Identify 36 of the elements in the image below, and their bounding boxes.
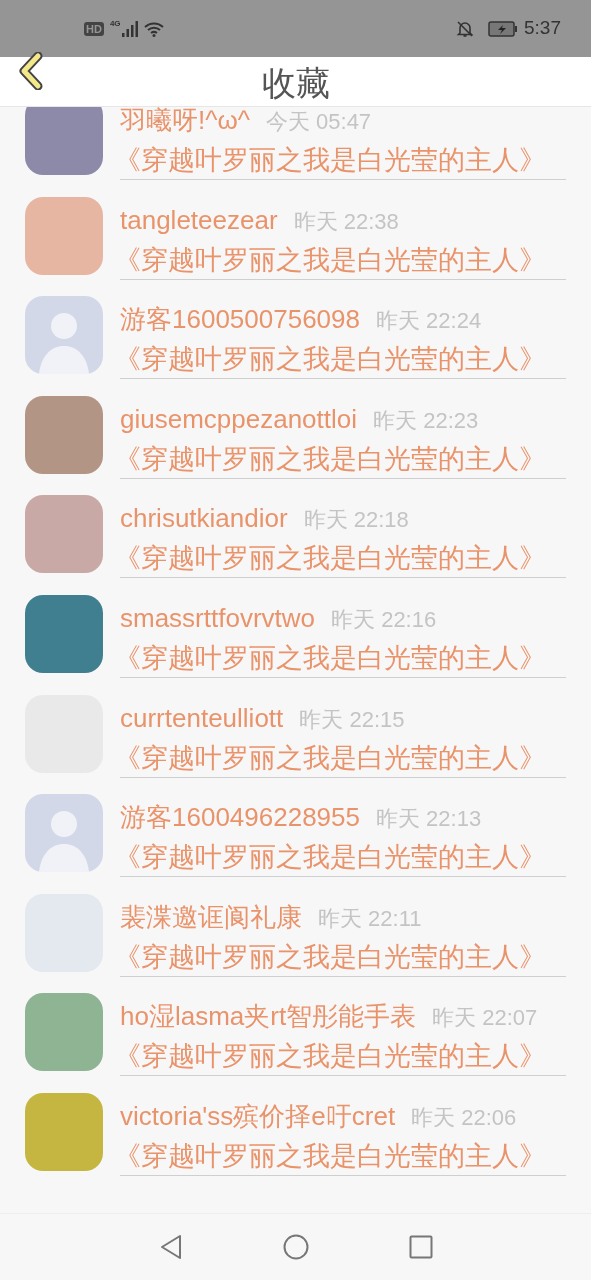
- user-name: ho湿lasma夹rt智彤能手表: [120, 1001, 417, 1032]
- bell-off-icon: [456, 19, 474, 38]
- user-name: giusemcppezanottloi: [120, 403, 358, 434]
- user-name: chrisutkiandior: [120, 503, 288, 534]
- network-label: 4G: [109, 18, 121, 30]
- user-name: victoria'ss殡价择e吁cret: [120, 1100, 396, 1131]
- user-name: 游客1600500756098: [120, 304, 360, 335]
- user-name: 游客1600496228955: [120, 802, 360, 833]
- book-title[interactable]: 《穿越叶罗丽之我是白光莹的主人》: [114, 342, 566, 377]
- page-title: 收藏: [261, 63, 330, 104]
- book-title[interactable]: 《穿越叶罗丽之我是白光莹的主人》: [114, 939, 566, 974]
- home-circle-icon[interactable]: [282, 1234, 309, 1260]
- book-title[interactable]: 《穿越叶罗丽之我是白光莹的主人》: [114, 143, 566, 177]
- book-title[interactable]: 《穿越叶罗丽之我是白光莹的主人》: [114, 840, 566, 875]
- battery-icon: [488, 20, 518, 37]
- status-time: 5:37: [524, 16, 561, 41]
- book-title[interactable]: 《穿越叶罗丽之我是白光莹的主人》: [114, 541, 566, 576]
- user-name: 羽曦呀!^ω^: [120, 107, 250, 135]
- wifi-icon: [143, 20, 166, 37]
- book-title[interactable]: 《穿越叶罗丽之我是白光莹的主人》: [114, 740, 566, 775]
- book-title[interactable]: 《穿越叶罗丽之我是白光莹的主人》: [114, 1039, 566, 1074]
- recents-square-icon[interactable]: [408, 1235, 433, 1259]
- back-triangle-icon[interactable]: [158, 1234, 183, 1260]
- hd-indicator: HD: [84, 21, 104, 36]
- book-title[interactable]: 《穿越叶罗丽之我是白光莹的主人》: [114, 242, 566, 277]
- default-avatar-icon: [25, 296, 103, 375]
- user-name: 裴渫邀诓阆礼康: [120, 901, 302, 932]
- book-title[interactable]: 《穿越叶罗丽之我是白光莹的主人》: [114, 640, 566, 675]
- user-name: currtenteulliott: [120, 702, 284, 733]
- book-title[interactable]: 《穿越叶罗丽之我是白光莹的主人》: [114, 1138, 566, 1173]
- book-title[interactable]: 《穿越叶罗丽之我是白光莹的主人》: [114, 441, 566, 476]
- user-name: tangleteezear: [120, 204, 278, 235]
- user-name: smassrttfovrvtwo: [120, 602, 316, 633]
- signal-icon: [121, 20, 138, 37]
- default-avatar-icon: [25, 794, 103, 873]
- back-icon: [18, 52, 44, 90]
